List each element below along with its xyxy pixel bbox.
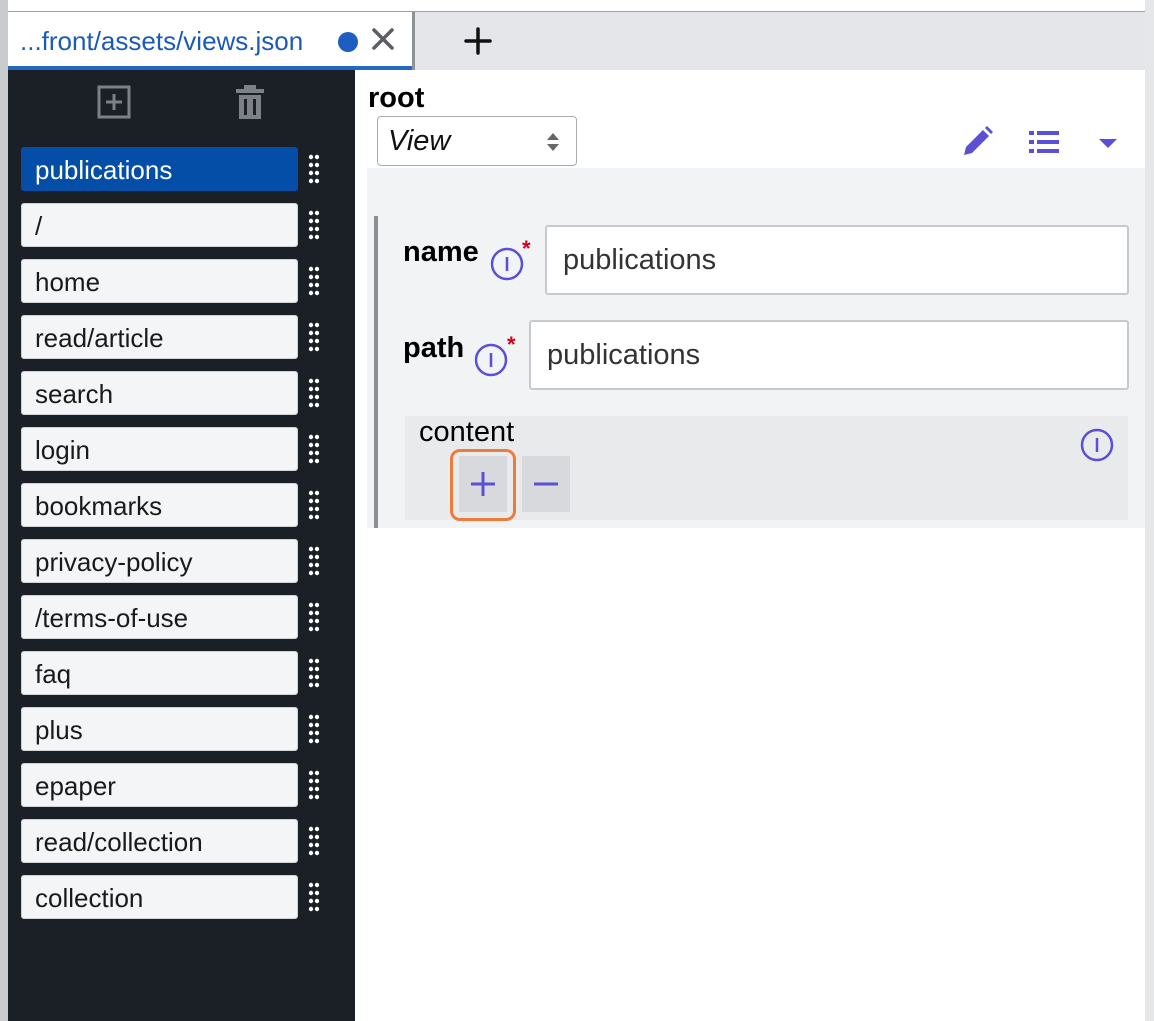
- list-icon[interactable]: [1026, 124, 1062, 160]
- name-label: name: [403, 236, 479, 268]
- drag-handle-icon[interactable]: [306, 825, 322, 857]
- window-top-edge: [0, 0, 1154, 12]
- sidebar-item[interactable]: home: [21, 259, 298, 303]
- add-item-icon[interactable]: [94, 82, 134, 122]
- required-star: *: [522, 236, 531, 261]
- type-select-value: View: [388, 125, 451, 157]
- sidebar-item[interactable]: plus: [21, 707, 298, 751]
- sidebar-item[interactable]: read/collection: [21, 819, 298, 863]
- drag-handle-icon[interactable]: [306, 153, 322, 185]
- info-icon[interactable]: [1080, 428, 1114, 462]
- drag-handle-icon[interactable]: [306, 769, 322, 801]
- path-field[interactable]: publications: [529, 320, 1129, 390]
- tab-views-json[interactable]: ...front/assets/views.json: [8, 12, 414, 70]
- drag-handle-icon[interactable]: [306, 657, 322, 689]
- select-arrows-icon: [547, 133, 559, 151]
- caret-down-icon[interactable]: [1090, 124, 1126, 160]
- drag-handle-icon[interactable]: [306, 265, 322, 297]
- sidebar-item[interactable]: /terms-of-use: [21, 595, 298, 639]
- sidebar-item[interactable]: search: [21, 371, 298, 415]
- drag-handle-icon[interactable]: [306, 209, 322, 241]
- tab-divider: [412, 12, 415, 70]
- plus-icon: [471, 472, 495, 496]
- drag-handle-icon[interactable]: [306, 489, 322, 521]
- sidebar-item[interactable]: publications: [21, 147, 298, 191]
- window-right-edge: [1145, 0, 1154, 1021]
- tab-title: ...front/assets/views.json: [20, 26, 304, 56]
- required-star: *: [507, 332, 516, 357]
- tab-bar: ...front/assets/views.json: [8, 12, 1145, 70]
- sidebar-item[interactable]: bookmarks: [21, 483, 298, 527]
- path-label: path: [403, 332, 465, 364]
- sidebar-item[interactable]: collection: [21, 875, 298, 919]
- sidebar-item[interactable]: read/article: [21, 315, 298, 359]
- drag-handle-icon[interactable]: [306, 377, 322, 409]
- sidebar-item[interactable]: login: [21, 427, 298, 471]
- plus-icon[interactable]: [460, 21, 496, 61]
- sidebar-item[interactable]: faq: [21, 651, 298, 695]
- drag-handle-icon[interactable]: [306, 881, 322, 913]
- sidebar-item[interactable]: privacy-policy: [21, 539, 298, 583]
- drag-handle-icon[interactable]: [306, 321, 322, 353]
- drag-handle-icon[interactable]: [306, 545, 322, 577]
- add-content-button[interactable]: [459, 456, 507, 512]
- type-select[interactable]: View: [377, 116, 577, 166]
- info-icon[interactable]: [474, 343, 508, 377]
- unsaved-dot-icon: [338, 32, 358, 52]
- name-field[interactable]: publications: [545, 225, 1129, 295]
- window-left-edge: [0, 0, 8, 1021]
- drag-handle-icon[interactable]: [306, 601, 322, 633]
- drag-handle-icon[interactable]: [306, 433, 322, 465]
- sidebar: publications / home read/article search login…: [8, 70, 355, 1021]
- close-icon[interactable]: [370, 22, 396, 56]
- minus-icon: [534, 482, 558, 486]
- info-icon[interactable]: [490, 247, 524, 281]
- pencil-icon[interactable]: [959, 124, 995, 160]
- trash-icon[interactable]: [230, 82, 270, 122]
- remove-content-button[interactable]: [522, 456, 570, 512]
- sidebar-item[interactable]: /: [21, 203, 298, 247]
- content-label: content: [419, 416, 515, 448]
- sidebar-item[interactable]: epaper: [21, 763, 298, 807]
- drag-handle-icon[interactable]: [306, 713, 322, 745]
- page-title: root: [368, 82, 425, 114]
